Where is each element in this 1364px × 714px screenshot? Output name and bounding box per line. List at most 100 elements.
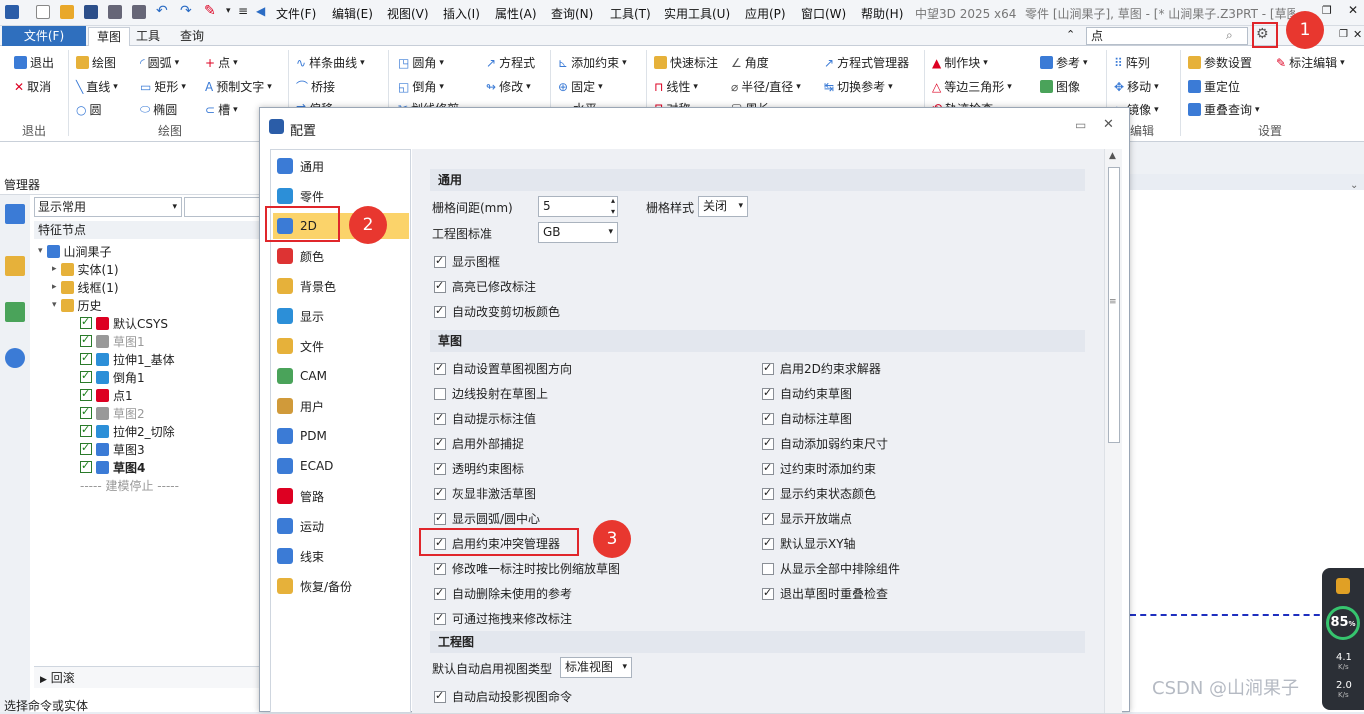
checkbox-icon[interactable] bbox=[762, 511, 774, 525]
radius-diameter-button[interactable]: ⌀ 半径/直径 ▾ bbox=[731, 78, 801, 95]
menu-edit[interactable]: 编辑(E) bbox=[332, 5, 373, 22]
tree-item[interactable]: ▾ 山涧果子 bbox=[34, 242, 260, 260]
menu-apps[interactable]: 应用(P) bbox=[745, 5, 786, 22]
nav-item[interactable]: CAM bbox=[273, 363, 409, 389]
checkbox-icon[interactable] bbox=[434, 611, 446, 625]
nav-item[interactable]: 文件 bbox=[273, 333, 409, 359]
print-preview-icon[interactable] bbox=[132, 5, 146, 19]
circle-button[interactable]: ○ 圆 bbox=[76, 101, 102, 118]
print-icon[interactable] bbox=[108, 5, 122, 19]
performance-widget[interactable]: 85% 4.1 K/s 2.0 K/s bbox=[1322, 568, 1364, 710]
checkbox-icon[interactable] bbox=[434, 436, 446, 450]
arc-button[interactable]: ◜ 圆弧 ▾ bbox=[140, 54, 179, 71]
option-checkbox[interactable]: 默认显示XY轴 bbox=[762, 535, 856, 552]
draw-button[interactable]: 绘图 bbox=[76, 54, 116, 71]
content-scrollbar[interactable]: ▲ ≡ bbox=[1104, 149, 1122, 713]
bridge-button[interactable]: ⌒ 桥接 bbox=[296, 78, 335, 95]
window-close-icon[interactable]: ✕ bbox=[1348, 3, 1358, 17]
cancel-button[interactable]: ✕ 取消 bbox=[14, 78, 51, 95]
dropdown-arrow-icon[interactable]: ▾ bbox=[226, 6, 231, 16]
menu-insert[interactable]: 插入(I) bbox=[443, 5, 480, 22]
tree-expand-icon[interactable]: ▾ bbox=[52, 300, 57, 310]
checkbox-icon[interactable] bbox=[80, 441, 92, 455]
checkbox-icon[interactable] bbox=[434, 387, 446, 400]
drawing-standard-select[interactable]: GB ▾ bbox=[538, 222, 618, 243]
checkbox-icon[interactable] bbox=[434, 486, 446, 500]
nav-item[interactable]: 背景色 bbox=[273, 273, 409, 299]
fix-button[interactable]: ⊕ 固定 ▾ bbox=[558, 78, 603, 95]
nav-item[interactable]: 线束 bbox=[273, 543, 409, 569]
more-icon[interactable]: ≡ bbox=[238, 4, 248, 18]
menu-view[interactable]: 视图(V) bbox=[387, 5, 429, 22]
tree-item[interactable]: 拉伸1_基体 bbox=[34, 350, 260, 368]
user-icon[interactable] bbox=[5, 348, 25, 368]
menu-query[interactable]: 查询(N) bbox=[551, 5, 593, 22]
image-button[interactable]: 图像 bbox=[1040, 78, 1080, 95]
checkbox-icon[interactable] bbox=[762, 461, 774, 475]
add-constraint-button[interactable]: ⊾ 添加约束 ▾ bbox=[558, 54, 627, 71]
slot-button[interactable]: ⊂ 槽 ▾ bbox=[205, 101, 238, 118]
menu-utilities[interactable]: 实用工具(U) bbox=[664, 5, 730, 22]
chamfer-button[interactable]: ◱ 倒角 ▾ bbox=[398, 78, 444, 95]
checkbox-icon[interactable] bbox=[434, 511, 446, 525]
nav-item[interactable]: PDM bbox=[273, 423, 409, 449]
toggle-reference-button[interactable]: ↹ 切换参考 ▾ bbox=[824, 78, 893, 95]
help-icon[interactable]: ▭ bbox=[1075, 118, 1086, 132]
checkbox-icon[interactable] bbox=[762, 562, 774, 575]
checkbox-icon[interactable] bbox=[434, 361, 446, 375]
option-checkbox[interactable]: 显示约束状态颜色 bbox=[762, 485, 876, 502]
ellipse-button[interactable]: ⬭ 椭圆 bbox=[140, 101, 177, 118]
tree-item[interactable]: 草图2 bbox=[34, 404, 260, 422]
doc-close-icon[interactable]: ✕ bbox=[1353, 28, 1362, 41]
sketch-tool-icon[interactable]: ✎ bbox=[204, 3, 216, 19]
nav-item[interactable]: 颜色 bbox=[273, 243, 409, 269]
option-checkbox[interactable]: 启用2D约束求解器 bbox=[762, 360, 881, 377]
option-checkbox[interactable]: 透明约束图标 bbox=[434, 460, 524, 477]
new-file-icon[interactable] bbox=[36, 5, 50, 19]
equation-manager-button[interactable]: ↗ 方程式管理器 bbox=[824, 54, 909, 71]
option-checkbox[interactable]: 自动启动投影视图命令 bbox=[434, 688, 572, 705]
checkbox-icon[interactable] bbox=[80, 405, 92, 419]
checkbox-icon[interactable] bbox=[434, 254, 446, 268]
scroll-up-icon[interactable]: ▲ bbox=[1109, 151, 1116, 161]
checkbox-icon[interactable] bbox=[434, 304, 446, 318]
checkbox-icon[interactable] bbox=[762, 486, 774, 500]
checkbox-icon[interactable] bbox=[80, 315, 92, 329]
checkbox-icon[interactable] bbox=[434, 689, 446, 703]
option-checkbox[interactable]: 可通过拖拽来修改标注 bbox=[434, 610, 572, 627]
checkbox-icon[interactable] bbox=[80, 351, 92, 365]
checkbox-icon[interactable] bbox=[434, 411, 446, 425]
nav-left-icon[interactable]: ◀ bbox=[256, 4, 265, 18]
make-block-button[interactable]: ▲ 制作块 ▾ bbox=[932, 54, 988, 71]
tree-expand-icon[interactable]: ▾ bbox=[38, 246, 43, 256]
menu-help[interactable]: 帮助(H) bbox=[861, 5, 903, 22]
nav-item[interactable]: 通用 bbox=[273, 153, 409, 179]
tree-expand-icon[interactable]: ▸ bbox=[52, 282, 57, 292]
menu-tools[interactable]: 工具(T) bbox=[610, 5, 651, 22]
window-restore-icon[interactable]: ❐ bbox=[1322, 4, 1332, 17]
option-checkbox[interactable]: 修改唯一标注时按比例缩放草图 bbox=[434, 560, 620, 577]
tree-item[interactable]: ▾ 历史 bbox=[34, 296, 260, 314]
option-checkbox[interactable]: 显示图框 bbox=[434, 253, 500, 270]
preset-text-button[interactable]: A 预制文字 ▾ bbox=[205, 78, 272, 95]
dimension-edit-button[interactable]: ✎ 标注编辑 ▾ bbox=[1276, 54, 1345, 71]
open-folder-icon[interactable] bbox=[60, 5, 74, 19]
redo-icon[interactable]: ↷ bbox=[180, 3, 192, 19]
angle-button[interactable]: ∠ 角度 bbox=[731, 54, 769, 71]
checkbox-icon[interactable] bbox=[762, 436, 774, 450]
view-icon[interactable] bbox=[5, 302, 25, 322]
checkbox-icon[interactable] bbox=[80, 369, 92, 383]
part-icon[interactable] bbox=[5, 256, 25, 276]
nav-item[interactable]: 运动 bbox=[273, 513, 409, 539]
reference-button[interactable]: 参考 ▾ bbox=[1040, 54, 1088, 71]
checkbox-icon[interactable] bbox=[434, 461, 446, 475]
menu-file[interactable]: 文件(F) bbox=[276, 5, 316, 22]
tree-item[interactable]: ▸ 实体(1) bbox=[34, 260, 260, 278]
tab-sketch[interactable]: 草图 bbox=[88, 27, 131, 46]
command-search-input[interactable]: 点 bbox=[1086, 27, 1248, 45]
option-checkbox[interactable]: 过约束时添加约束 bbox=[762, 460, 876, 477]
file-tab[interactable]: 文件(F) bbox=[2, 26, 86, 46]
tree-item[interactable]: 草图3 bbox=[34, 440, 260, 458]
grid-spacing-input[interactable]: 5 ▴ ▾ bbox=[538, 196, 618, 217]
tree-item[interactable]: 点1 bbox=[34, 386, 260, 404]
